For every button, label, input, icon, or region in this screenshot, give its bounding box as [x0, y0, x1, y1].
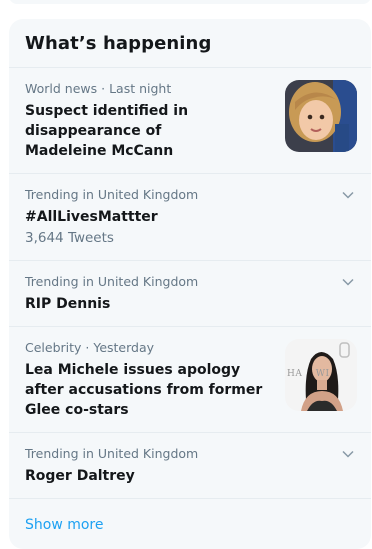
- previous-panel-edge: [9, 0, 371, 4]
- trend-meta: Trending in United Kingdom: [25, 446, 199, 461]
- trend-item-rip-dennis[interactable]: Trending in United Kingdom RIP Dennis: [9, 261, 371, 327]
- trend-headline: #AllLivesMattter: [25, 209, 158, 225]
- news-thumbnail-celebrity-photo[interactable]: HA WI: [285, 339, 357, 411]
- chevron-down-icon[interactable]: [341, 275, 355, 289]
- whats-happening-panel: What’s happening World news · Last night…: [9, 19, 371, 549]
- trend-headline: RIP Dennis: [25, 296, 111, 312]
- trend-headline: Lea Michele issues apology after accusat…: [25, 362, 263, 418]
- trend-item-lea-michele[interactable]: Celebrity · Yesterday Lea Michele issues…: [9, 327, 371, 433]
- child-photo-image: [285, 80, 357, 152]
- trend-headline: Roger Daltrey: [25, 468, 135, 484]
- news-thumbnail-child-photo[interactable]: [285, 80, 357, 152]
- panel-header: What’s happening: [9, 19, 371, 68]
- trend-meta: Trending in United Kingdom: [25, 187, 199, 202]
- show-more-link[interactable]: Show more: [9, 499, 371, 533]
- chevron-down-icon[interactable]: [341, 188, 355, 202]
- trend-item-madeleine[interactable]: World news · Last night Suspect identifi…: [9, 68, 371, 174]
- trend-item-roger-daltrey[interactable]: Trending in United Kingdom Roger Daltrey: [9, 433, 371, 499]
- trend-meta: Trending in United Kingdom: [25, 274, 199, 289]
- trend-item-alllivesmattter[interactable]: Trending in United Kingdom #AllLivesMatt…: [9, 174, 371, 261]
- photo-backdrop-text: HA WI: [287, 369, 330, 379]
- tweet-count: 3,644 Tweets: [25, 230, 114, 246]
- trend-headline: Suspect identified in disappearance of M…: [25, 103, 189, 159]
- chevron-down-icon[interactable]: [341, 447, 355, 461]
- panel-title: What’s happening: [25, 33, 212, 54]
